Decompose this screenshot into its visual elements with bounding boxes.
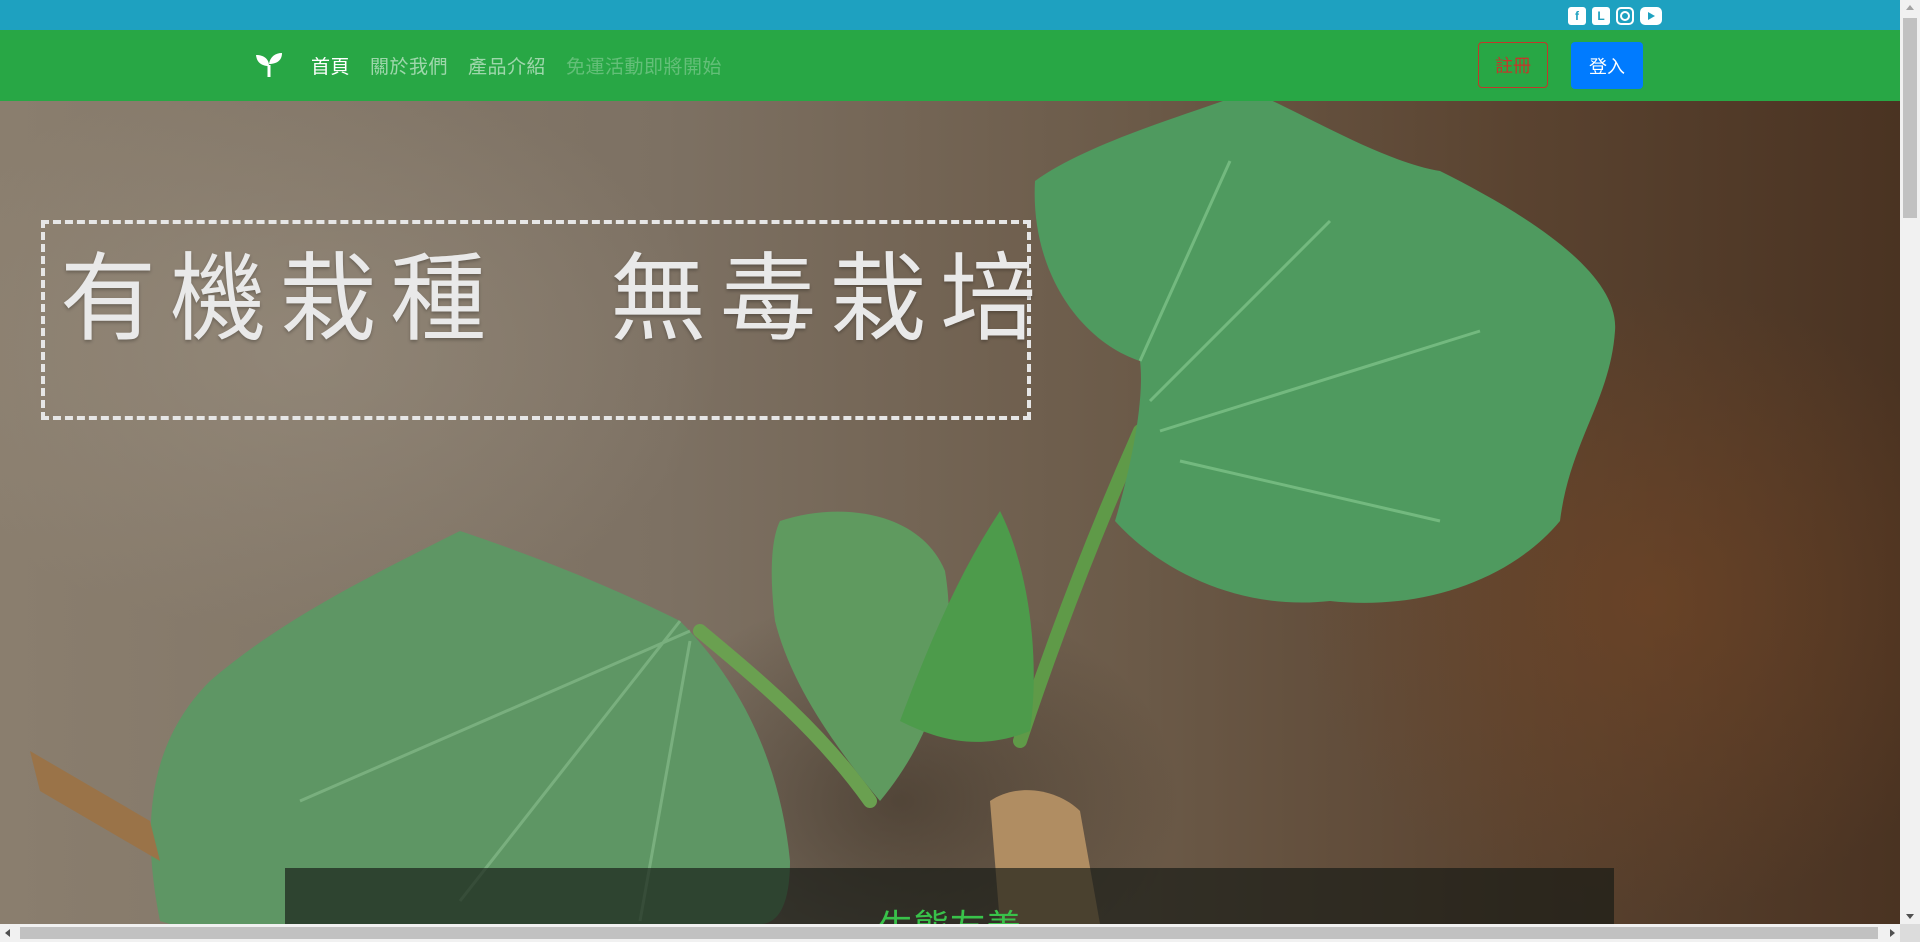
nav-about[interactable]: 關於我們	[370, 52, 448, 79]
hero-headline: 有機栽種 無毒栽培	[60, 243, 1050, 355]
info-panel: 生態友善	[285, 868, 1614, 924]
horizontal-scroll-thumb[interactable]	[20, 927, 1878, 939]
scroll-down-icon[interactable]	[1906, 914, 1914, 919]
nav-products[interactable]: 產品介紹	[468, 52, 546, 79]
nav-home[interactable]: 首頁	[311, 52, 350, 79]
social-links: f L	[1568, 7, 1662, 25]
scroll-up-icon[interactable]	[1906, 5, 1914, 10]
vertical-scrollbar[interactable]	[1900, 0, 1920, 924]
seedling-icon[interactable]	[255, 52, 283, 78]
scroll-right-icon[interactable]	[1890, 929, 1895, 937]
hero-banner: 有機栽種 無毒栽培 生態友善	[0, 101, 1900, 924]
scrollbar-corner	[1900, 924, 1920, 942]
facebook-icon[interactable]: f	[1568, 7, 1586, 25]
instagram-icon[interactable]	[1616, 7, 1634, 25]
youtube-icon[interactable]	[1640, 7, 1662, 25]
top-social-bar: f L	[0, 0, 1900, 30]
scroll-left-icon[interactable]	[5, 929, 10, 937]
register-button[interactable]: 註冊	[1478, 42, 1548, 88]
nav-free-shipping: 免運活動即將開始	[566, 56, 723, 78]
horizontal-scrollbar[interactable]	[0, 924, 1900, 942]
info-panel-title: 生態友善	[285, 899, 1614, 924]
login-button[interactable]: 登入	[1571, 42, 1643, 89]
vertical-scroll-thumb[interactable]	[1903, 18, 1917, 218]
nav-links: 首頁 關於我們 產品介紹 免運活動即將開始	[311, 52, 722, 79]
line-icon[interactable]: L	[1592, 7, 1610, 25]
main-navbar: 首頁 關於我們 產品介紹 免運活動即將開始 註冊 登入	[0, 30, 1900, 101]
